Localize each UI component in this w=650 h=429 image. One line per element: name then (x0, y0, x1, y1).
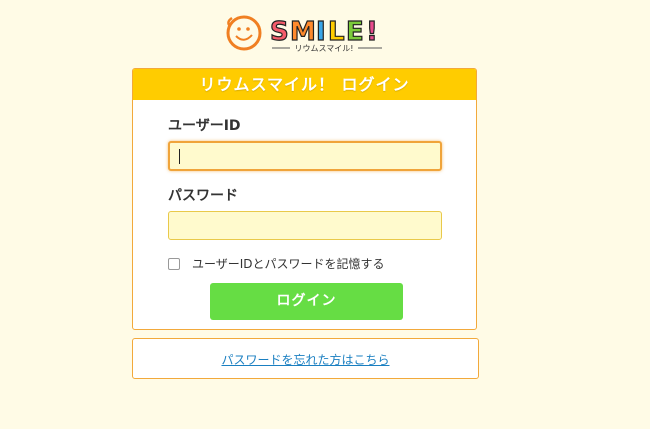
svg-text:!: ! (366, 17, 378, 47)
login-panel: リウムスマイル！ ログイン ユーザーID パスワード ユーザーIDとパスワードを… (132, 68, 477, 330)
login-panel-title: リウムスマイル！ ログイン (133, 69, 476, 100)
forgot-password-panel: パスワードを忘れた方はこちら (132, 338, 479, 379)
svg-text:M: M (290, 17, 316, 47)
password-label: パスワード (168, 188, 238, 204)
site-logo: S M I L E ! リウムスマイル! (224, 8, 394, 58)
user-id-label: ユーザーID (168, 118, 241, 134)
svg-text:E: E (346, 17, 364, 47)
password-input[interactable] (168, 211, 442, 240)
remember-label: ユーザーIDとパスワードを記憶する (192, 257, 385, 271)
svg-text:S: S (270, 17, 289, 47)
login-button[interactable]: ログイン (210, 283, 403, 320)
user-id-input[interactable] (168, 141, 442, 171)
svg-text:L: L (328, 17, 345, 47)
forgot-password-link[interactable]: パスワードを忘れた方はこちら (221, 353, 389, 367)
remember-checkbox[interactable] (168, 257, 180, 270)
remember-me[interactable]: ユーザーIDとパスワードを記憶する (168, 255, 385, 272)
svg-text:I: I (316, 17, 326, 47)
text-caret (179, 149, 180, 164)
smiley-sun-icon: S M I L E ! リウムスマイル! (226, 15, 382, 53)
logo-tagline: リウムスマイル! (295, 44, 354, 53)
